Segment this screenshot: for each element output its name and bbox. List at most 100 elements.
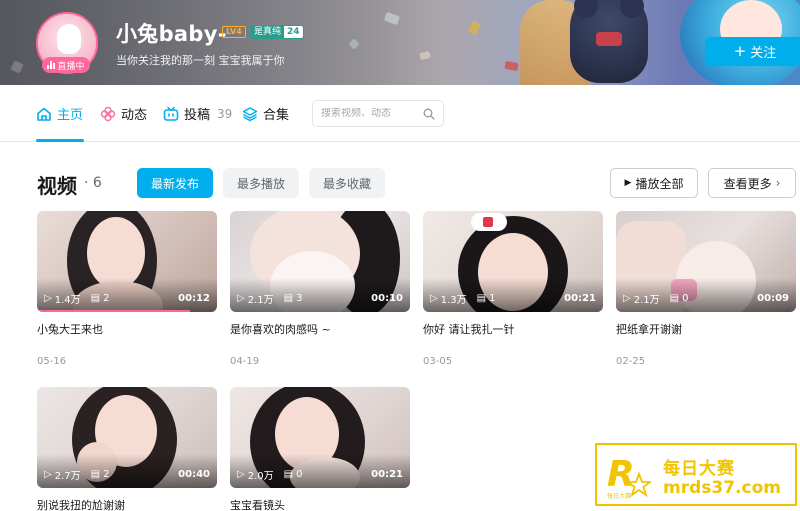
play-count: 2.7万 (54, 471, 81, 482)
comment-count: 0 (296, 469, 303, 480)
video-date: 03-05 (423, 356, 453, 367)
view-more-label: 查看更多 (723, 176, 772, 191)
comment-icon: ▤ (283, 293, 294, 304)
watch-progress-bar (37, 310, 190, 312)
follow-label: 关注 (750, 46, 777, 61)
profile-banner: 直播中 小兔baby- LV4 是真纯 24 当你关注我的那一刻 宝宝我属于你 … (0, 0, 800, 85)
video-card[interactable]: ▷ 2.1万 ▤ 0 00:09 把纸拿开谢谢 02-25 (616, 211, 796, 367)
user-signature: 当你关注我的那一刻 宝宝我属于你 (116, 54, 285, 67)
video-duration: 00:12 (178, 293, 210, 304)
video-duration: 00:09 (757, 293, 789, 304)
video-date: 02-25 (616, 356, 646, 367)
video-card[interactable]: ▷ 1.4万 ▤ 2 00:12 小兔大王来也 05-16 (37, 211, 217, 367)
watermark-line2: mrds37.com (663, 478, 781, 498)
play-count-icon: ▷ (237, 293, 245, 304)
search-input[interactable] (321, 108, 421, 119)
section-count: · 6 (84, 175, 102, 191)
play-count: 2.1万 (247, 295, 274, 306)
tab-submissions-count: 39 (217, 106, 233, 121)
video-date: 05-16 (37, 356, 67, 367)
tab-submissions[interactable]: 投稿 39 (163, 85, 232, 142)
video-thumbnail[interactable]: ▷ 1.4万 ▤ 2 00:12 (37, 211, 217, 312)
comment-count: 1 (489, 293, 496, 304)
play-count: 1.4万 (54, 295, 81, 306)
comment-icon: ▤ (90, 293, 101, 304)
svg-text:每日大赛: 每日大赛 (607, 492, 631, 500)
video-title[interactable]: 别说我扭的尬谢谢 (37, 497, 217, 511)
plus-icon: + (733, 42, 747, 60)
sort-most-favorited-button[interactable]: 最多收藏 (309, 168, 385, 198)
video-card[interactable]: ▷ 1.3万 ▤ 1 00:21 你好 请让我扎一针 03-05 (423, 211, 603, 367)
tab-submissions-label: 投稿 (184, 108, 211, 123)
video-duration: 00:40 (178, 469, 210, 480)
live-badge-label: 直播中 (57, 61, 85, 72)
tab-home[interactable]: 主页 (36, 85, 83, 142)
comment-icon: ▤ (90, 469, 101, 480)
video-card[interactable]: ▷ 2.0万 ▤ 0 00:21 宝宝看镜头 (230, 387, 410, 511)
sort-latest-button[interactable]: 最新发布 (137, 168, 213, 198)
home-icon (37, 107, 51, 121)
video-duration: 00:21 (371, 469, 403, 480)
bunny-avatar-icon (57, 24, 81, 54)
tab-collections-label: 合集 (263, 108, 290, 123)
video-title[interactable]: 小兔大王来也 (37, 321, 217, 337)
video-duration: 00:21 (564, 293, 596, 304)
username: 小兔baby- (116, 22, 227, 46)
level-badge: LV4 (222, 26, 246, 38)
live-bars-icon (47, 61, 56, 69)
video-title[interactable]: 把纸拿开谢谢 (616, 321, 796, 337)
play-count-icon: ▷ (44, 469, 52, 480)
play-count: 2.1万 (633, 295, 660, 306)
play-all-label: 播放全部 (635, 176, 684, 191)
video-card[interactable]: ▷ 2.1万 ▤ 3 00:10 是你喜欢的肉感吗 ~ 04-19 (230, 211, 410, 367)
video-thumbnail[interactable]: ▷ 1.3万 ▤ 1 00:21 (423, 211, 603, 312)
tv-icon (163, 106, 179, 121)
profile-page: 直播中 小兔baby- LV4 是真纯 24 当你关注我的那一刻 宝宝我属于你 … (0, 0, 800, 511)
fan-medal-name: 是真纯 (251, 26, 285, 38)
live-badge[interactable]: 直播中 (42, 57, 90, 73)
comment-icon: ▤ (476, 293, 487, 304)
comment-count: 3 (296, 293, 303, 304)
video-card[interactable]: ▷ 2.7万 ▤ 2 00:40 别说我扭的尬谢谢 (37, 387, 217, 511)
follow-button[interactable]: + 关注 (705, 37, 800, 66)
play-count-icon: ▷ (237, 469, 245, 480)
play-all-button[interactable]: ▶ 播放全部 (610, 168, 698, 198)
video-date: 04-19 (230, 356, 260, 367)
comment-icon: ▤ (283, 469, 294, 480)
search-box (312, 100, 444, 127)
comment-count: 0 (682, 293, 689, 304)
video-title[interactable]: 你好 请让我扎一针 (423, 321, 603, 337)
play-count: 1.3万 (440, 295, 467, 306)
watermark-line1: 每日大赛 (663, 459, 735, 479)
active-tab-indicator (36, 139, 84, 142)
video-thumbnail[interactable]: ▷ 2.0万 ▤ 0 00:21 (230, 387, 410, 488)
video-thumbnail[interactable]: ▷ 2.1万 ▤ 0 00:09 (616, 211, 796, 312)
video-title[interactable]: 宝宝看镜头 (230, 497, 410, 511)
fan-medal-level: 24 (284, 26, 303, 38)
section-title: 视频 (37, 174, 77, 198)
play-count: 2.0万 (247, 471, 274, 482)
sort-most-played-button[interactable]: 最多播放 (223, 168, 299, 198)
video-thumbnail[interactable]: ▷ 2.7万 ▤ 2 00:40 (37, 387, 217, 488)
pinwheel-icon (100, 106, 116, 121)
comment-icon: ▤ (669, 293, 680, 304)
svg-text:R: R (607, 454, 635, 495)
search-icon[interactable] (423, 108, 435, 120)
view-more-button[interactable]: 查看更多 › (708, 168, 796, 198)
tab-home-label: 主页 (57, 108, 84, 123)
comment-count: 2 (103, 293, 110, 304)
video-thumbnail[interactable]: ▷ 2.1万 ▤ 3 00:10 (230, 211, 410, 312)
tab-dynamics[interactable]: 动态 (100, 85, 147, 142)
play-count-icon: ▷ (623, 293, 631, 304)
layers-icon (242, 106, 258, 121)
chevron-right-icon: › (775, 176, 781, 190)
play-count-icon: ▷ (44, 293, 52, 304)
comment-count: 2 (103, 469, 110, 480)
watermark: R 每日大赛 每日大赛 mrds37.com (595, 443, 797, 506)
video-title[interactable]: 是你喜欢的肉感吗 ~ (230, 321, 410, 337)
play-icon: ▶ (624, 178, 632, 188)
tab-collections[interactable]: 合集 (242, 85, 289, 142)
fan-medal[interactable]: 是真纯 24 (250, 25, 304, 39)
video-duration: 00:10 (371, 293, 403, 304)
play-count-icon: ▷ (430, 293, 438, 304)
